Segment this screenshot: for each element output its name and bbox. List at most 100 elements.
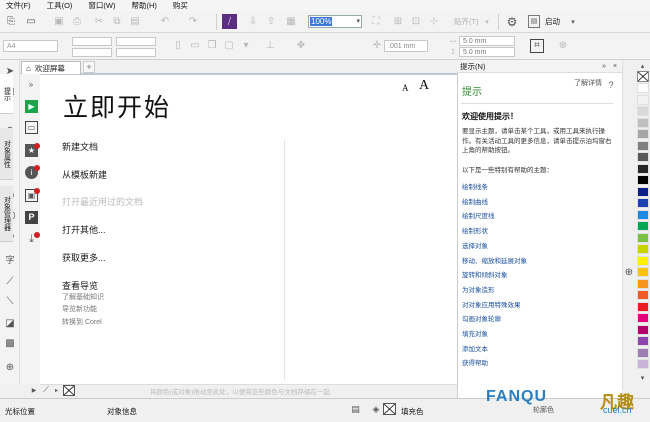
menu-file[interactable]: 文件(F) (6, 0, 31, 11)
add-tool-icon[interactable]: ⊕ (4, 362, 16, 374)
tab-object-manager[interactable]: 对象管理器 (0, 186, 13, 242)
color-swatch[interactable] (637, 278, 649, 289)
product-icon[interactable]: P (25, 211, 38, 224)
tab-hints[interactable]: 提示 (0, 74, 13, 114)
get-more-link[interactable]: 获取更多... (62, 251, 106, 264)
eyedropper-icon[interactable]: ⟋ (41, 385, 51, 395)
color-swatch[interactable] (637, 255, 649, 266)
font-size-large-button[interactable]: A (419, 78, 429, 94)
guide-link-convert[interactable]: 转换到 Corel (62, 317, 102, 327)
color-swatch[interactable] (637, 83, 649, 93)
color-swatch[interactable] (637, 232, 649, 243)
get-started-icon[interactable]: ▶ (25, 100, 38, 113)
all-pages-icon[interactable]: ❐ (206, 40, 218, 52)
copy-icon[interactable]: ⧉ (110, 15, 124, 29)
duplicate-y-field[interactable]: 5.0 mm (459, 47, 515, 57)
hint-topic-link[interactable]: 绘制形状 (462, 225, 488, 235)
hint-topic-link[interactable]: 绘制线条 (462, 181, 488, 191)
color-swatch[interactable] (637, 324, 649, 335)
palette-scroll-down-icon[interactable]: ▾ (637, 374, 648, 382)
launch-dropdown[interactable]: 启动 (545, 16, 560, 27)
undo-icon[interactable]: ↶ (158, 15, 172, 29)
page-height-field[interactable] (72, 48, 112, 57)
hint-topic-link[interactable]: 为对象造形 (462, 284, 495, 294)
nudge-distance-field[interactable]: .001 mm (384, 40, 428, 52)
color-swatch[interactable] (637, 336, 649, 346)
guide-link-new-features[interactable]: 导览新功能 (62, 304, 97, 314)
page-width-field[interactable] (72, 37, 112, 46)
paste-icon[interactable]: ▤ (128, 15, 142, 29)
color-swatch[interactable] (637, 244, 649, 254)
drawing-units-icon[interactable]: ⊥ (264, 40, 276, 52)
menu-tools[interactable]: 工具(O) (47, 0, 73, 11)
hint-topic-link[interactable]: 对对象应用特殊效果 (462, 299, 521, 309)
import-icon[interactable]: ⇩ (246, 15, 260, 29)
text-tool-icon[interactable]: 字 (4, 254, 16, 266)
redo-icon[interactable]: ↷ (186, 15, 200, 29)
full-screen-icon[interactable]: ⛶ (369, 15, 383, 29)
color-swatch[interactable] (637, 175, 649, 185)
corel-connect-icon[interactable]: ⧸ (222, 14, 237, 29)
open-folder-icon[interactable]: ▭ (24, 15, 38, 29)
hint-topic-link[interactable]: 勾画对象轮廓 (462, 313, 501, 323)
no-fill-swatch[interactable] (637, 71, 649, 82)
hint-topic-link[interactable]: 绘制曲线 (462, 196, 488, 206)
add-docker-icon[interactable]: ⊕ (624, 268, 634, 278)
expand-chevron-icon[interactable]: » (26, 80, 36, 90)
color-swatch[interactable] (637, 117, 649, 128)
color-swatch[interactable] (637, 198, 649, 208)
page-width-field-2[interactable] (116, 37, 156, 46)
add-preset-icon[interactable]: ⊕ (557, 40, 569, 52)
color-swatch[interactable] (637, 186, 649, 197)
nudge-offset-icon[interactable]: ✥ (295, 40, 307, 52)
show-guidelines-icon[interactable]: ⊹ (427, 15, 441, 29)
hint-topic-link[interactable]: 选择对象 (462, 240, 488, 250)
hint-topic-link[interactable]: 移动、缩放和延展对象 (462, 255, 527, 265)
hint-topic-link[interactable]: 旋转和倾斜对象 (462, 269, 508, 279)
publish-pdf-icon[interactable]: ▦ (284, 15, 298, 29)
zoom-level-combo[interactable]: 100% ▾ (308, 15, 362, 28)
fill-none-swatch[interactable] (383, 403, 396, 415)
palette-play-icon[interactable]: ▶ (30, 386, 38, 395)
duplicate-x-field[interactable]: 5.0 mm (459, 36, 515, 46)
menu-window[interactable]: 窗口(W) (88, 0, 115, 11)
parallel-dimension-icon[interactable]: ⟋ (4, 276, 16, 288)
tab-object-properties[interactable]: 对象属性 (0, 128, 13, 180)
color-swatch[interactable] (637, 347, 649, 358)
hint-topic-link[interactable]: 填充对象 (462, 328, 488, 338)
color-swatch[interactable] (637, 140, 649, 151)
learn-more-link[interactable]: 了解详情 (573, 80, 603, 88)
connector-tool-icon[interactable]: ⟍ (4, 296, 16, 308)
current-page-icon[interactable]: ▢ (223, 40, 235, 52)
no-color-swatch[interactable] (63, 385, 75, 396)
menu-buy[interactable]: 购买 (173, 0, 188, 11)
export-icon[interactable]: ⇧ (264, 15, 278, 29)
hint-topic-link[interactable]: 添加文本 (462, 343, 488, 353)
color-swatch[interactable] (637, 359, 649, 369)
whats-new-icon[interactable]: ▭ (25, 121, 38, 134)
hint-topic-link[interactable]: 绘制尺度线 (462, 210, 495, 220)
new-from-template-link[interactable]: 从模板新建 (62, 168, 107, 181)
color-swatch[interactable] (637, 267, 649, 277)
show-grid-icon[interactable]: ⊡ (409, 15, 423, 29)
tab-welcome[interactable]: ⌂ 欢迎屏幕 (21, 61, 81, 74)
palette-menu-icon[interactable]: ▸ (53, 386, 60, 395)
color-swatch[interactable] (637, 152, 649, 162)
color-swatch[interactable] (637, 301, 649, 312)
print-icon[interactable]: ⎙ (70, 15, 84, 29)
save-icon[interactable]: ▣ (52, 15, 66, 29)
add-tab-button[interactable]: + (83, 61, 95, 73)
color-swatch[interactable] (637, 163, 649, 174)
color-swatch[interactable] (637, 129, 649, 139)
page-size-combo[interactable]: A4 (3, 40, 58, 52)
color-swatch[interactable] (637, 290, 649, 300)
transparency-icon[interactable]: ▩ (4, 338, 16, 350)
treat-as-filled-icon[interactable]: ⌗ (530, 39, 544, 53)
help-icon[interactable]: ? (606, 80, 616, 90)
new-document-link[interactable]: 新建文档 (62, 140, 98, 153)
guide-link-basics[interactable]: 了解基础知识 (62, 292, 104, 302)
color-swatch[interactable] (637, 106, 649, 116)
page-height-field-2[interactable] (116, 48, 156, 57)
color-swatch[interactable] (637, 209, 649, 220)
close-icon[interactable]: × (611, 62, 619, 70)
